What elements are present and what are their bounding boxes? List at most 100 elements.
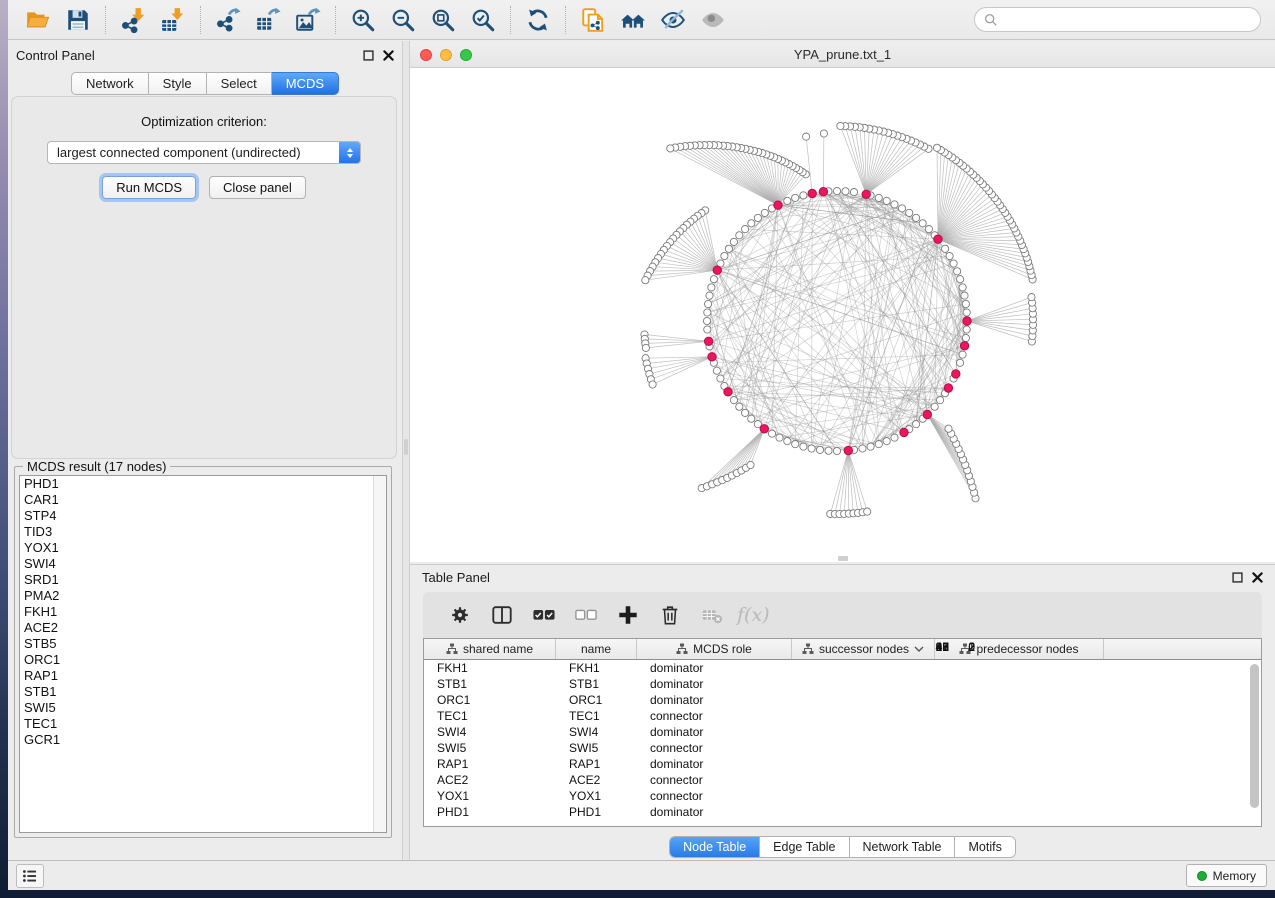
delete-column-button[interactable] <box>649 597 691 633</box>
graph-node[interactable] <box>942 245 949 252</box>
graph-node[interactable] <box>913 214 920 221</box>
graph-node[interactable] <box>859 445 866 452</box>
graph-node[interactable] <box>721 252 728 259</box>
graph-node[interactable] <box>833 447 840 454</box>
memory-button[interactable]: Memory <box>1186 864 1267 887</box>
graph-node[interactable] <box>748 220 755 227</box>
graph-node[interactable] <box>906 209 913 216</box>
graph-node[interactable] <box>792 441 799 448</box>
tab-style[interactable]: Style <box>149 72 207 95</box>
search-input[interactable] <box>1004 12 1251 27</box>
column-header-name[interactable]: name <box>556 639 637 659</box>
graph-node[interactable] <box>800 443 807 450</box>
open-file-button[interactable] <box>18 3 58 37</box>
mcds-result-item[interactable]: STP4 <box>20 508 386 524</box>
mcds-list-scrollbar[interactable] <box>373 476 386 832</box>
mcds-result-item[interactable]: PHD1 <box>20 476 386 492</box>
add-column-button[interactable] <box>607 597 649 633</box>
splitter-handle-icon[interactable] <box>838 556 848 561</box>
graph-node[interactable] <box>913 421 920 428</box>
refresh-view-button[interactable] <box>518 3 558 37</box>
export-image-button[interactable] <box>288 3 328 37</box>
tab-edge-table[interactable]: Edge Table <box>759 837 848 857</box>
leaf-node[interactable] <box>820 130 827 137</box>
zoom-out-button[interactable] <box>383 3 423 37</box>
leaf-node[interactable] <box>1028 294 1035 301</box>
splitter-handle-icon[interactable] <box>404 439 408 455</box>
run-mcds-button[interactable]: Run MCDS <box>102 176 196 199</box>
dominator-node[interactable] <box>760 425 768 433</box>
dominator-node[interactable] <box>704 337 712 345</box>
graph-node[interactable] <box>761 209 768 216</box>
leaf-node[interactable] <box>649 381 656 388</box>
show-columns-button[interactable] <box>481 597 523 633</box>
import-table-button[interactable] <box>153 3 193 37</box>
table-scrollbar-thumb[interactable] <box>1250 664 1259 808</box>
graph-node[interactable] <box>898 205 905 212</box>
mcds-result-item[interactable]: FKH1 <box>20 604 386 620</box>
export-network-button[interactable] <box>208 3 248 37</box>
graph-node[interactable] <box>706 292 713 299</box>
graph-node[interactable] <box>883 197 890 204</box>
graph-node[interactable] <box>816 446 823 453</box>
dominator-node[interactable] <box>900 428 908 436</box>
network-view[interactable] <box>410 68 1275 562</box>
graph-node[interactable] <box>946 252 953 259</box>
float-window-icon[interactable] <box>363 50 374 61</box>
graph-node[interactable] <box>784 197 791 204</box>
mcds-result-item[interactable]: ORC1 <box>20 652 386 668</box>
graph-node[interactable] <box>754 214 761 221</box>
graph-node[interactable] <box>919 220 926 227</box>
graph-node[interactable] <box>748 415 755 422</box>
network-canvas-svg[interactable] <box>410 68 1275 562</box>
leaf-node[interactable] <box>747 461 754 468</box>
network-window-titlebar[interactable]: YPA_prune.txt_1 <box>410 42 1275 68</box>
leaf-node[interactable] <box>803 133 810 140</box>
task-history-button[interactable] <box>16 864 44 888</box>
column-header-shared-name[interactable]: shared name <box>424 639 556 659</box>
column-header-MCDS-role[interactable]: MCDS role <box>637 639 792 659</box>
dominator-node[interactable] <box>808 189 816 197</box>
graph-node[interactable] <box>959 351 966 358</box>
graph-node[interactable] <box>736 232 743 239</box>
leaf-node[interactable] <box>933 144 940 151</box>
import-network-button[interactable] <box>113 3 153 37</box>
mcds-result-item[interactable]: TEC1 <box>20 716 386 732</box>
graph-node[interactable] <box>730 238 737 245</box>
mcds-result-item[interactable]: SWI4 <box>20 556 386 572</box>
graph-node[interactable] <box>792 194 799 201</box>
dominator-node[interactable] <box>713 266 721 274</box>
dominator-node[interactable] <box>862 190 870 198</box>
zoom-selected-button[interactable] <box>463 3 503 37</box>
dominator-node[interactable] <box>819 188 827 196</box>
leaf-node[interactable] <box>642 277 649 284</box>
dominator-node[interactable] <box>844 446 852 454</box>
dominator-node[interactable] <box>934 235 942 243</box>
graph-node[interactable] <box>704 309 711 316</box>
graph-node[interactable] <box>708 284 715 291</box>
float-window-icon[interactable] <box>1232 572 1243 583</box>
graph-node[interactable] <box>963 309 970 316</box>
tab-motifs[interactable]: Motifs <box>954 837 1014 857</box>
graph-node[interactable] <box>717 375 724 382</box>
dominator-node[interactable] <box>923 410 931 418</box>
graph-node[interactable] <box>704 326 711 333</box>
hide-graphics-details-button[interactable] <box>653 3 693 37</box>
dominator-node[interactable] <box>952 370 960 378</box>
graph-node[interactable] <box>959 284 966 291</box>
leaf-node[interactable] <box>667 145 674 152</box>
graph-node[interactable] <box>742 409 749 416</box>
graph-node[interactable] <box>891 201 898 208</box>
search-box[interactable] <box>974 7 1261 32</box>
dominator-node[interactable] <box>724 388 732 396</box>
graph-node[interactable] <box>962 334 969 341</box>
tab-mcds[interactable]: MCDS <box>272 72 339 95</box>
mcds-result-item[interactable]: CAR1 <box>20 492 386 508</box>
graph-node[interactable] <box>925 226 932 233</box>
table-row[interactable]: PHD1PHD1dominator180 <box>424 804 1261 820</box>
dominator-node[interactable] <box>960 342 968 350</box>
mcds-result-list[interactable]: PHD1CAR1STP4TID3YOX1SWI4SRD1PMA2FKH1ACE2… <box>19 475 387 833</box>
graph-node[interactable] <box>768 430 775 437</box>
graph-node[interactable] <box>962 300 969 307</box>
graph-node[interactable] <box>713 367 720 374</box>
